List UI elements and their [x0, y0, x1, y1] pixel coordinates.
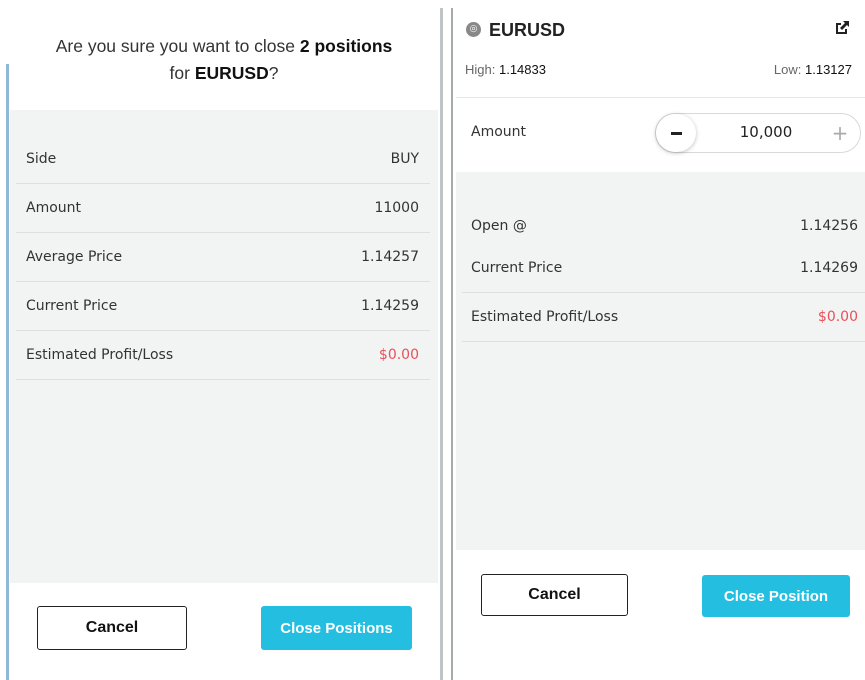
detail-value: 1.14257 — [361, 249, 419, 265]
amount-row: Amount 10,000 + — [456, 98, 865, 172]
detail-label: Estimated Profit/Loss — [26, 347, 174, 363]
detail-value: 1.14259 — [361, 298, 419, 314]
detail-label: Side — [26, 151, 57, 167]
confirm-prefix: Are you sure you want to close — [55, 36, 296, 56]
low-price: Low: 1.13127 — [774, 62, 852, 77]
close-position-panel: ◎ EURUSD High: 1.14833 Low: 1.13127 Amou… — [456, 10, 865, 680]
detail-label: Average Price — [26, 249, 123, 265]
left-edge-accent — [6, 64, 9, 680]
detail-label: Current Price — [471, 260, 563, 276]
detail-row-estimated-pl: Estimated Profit/Loss $0.00 — [456, 293, 865, 342]
high-price: High: 1.14833 — [465, 62, 546, 77]
detail-row-current-price: Current Price 1.14259 — [10, 282, 438, 331]
globe-icon: ◎ — [466, 22, 481, 37]
amount-input[interactable]: 10,000 — [726, 123, 806, 141]
panel-separator — [451, 8, 453, 680]
close-positions-dialog: Are you sure you want to close 2 positio… — [10, 0, 438, 680]
estimated-pl-value: $0.00 — [817, 309, 858, 325]
detail-row-average-price: Average Price 1.14257 — [10, 233, 438, 282]
position-details: Open @ 1.14256 Current Price 1.14269 Est… — [456, 172, 865, 550]
popout-icon[interactable] — [833, 19, 851, 37]
cancel-button[interactable]: Cancel — [37, 606, 187, 650]
detail-row-amount: Amount 11000 — [10, 184, 438, 233]
close-positions-button[interactable]: Close Positions — [261, 606, 412, 650]
detail-row-side: Side BUY — [10, 135, 438, 184]
detail-label: Open @ — [471, 218, 527, 234]
position-summary: Side BUY Amount 11000 Average Price 1.14… — [10, 110, 438, 583]
confirm-position-count: 2 positions — [299, 36, 393, 56]
detail-label: Amount — [26, 200, 82, 216]
detail-row-current-price: Current Price 1.14269 — [456, 244, 865, 293]
increment-button[interactable]: + — [826, 114, 854, 152]
decrement-button[interactable] — [656, 114, 696, 152]
confirm-for: for — [169, 63, 190, 83]
cancel-button[interactable]: Cancel — [481, 574, 628, 616]
confirm-question-line2: for EURUSD? — [10, 63, 438, 84]
low-label: Low: — [773, 62, 802, 77]
detail-label: Current Price — [26, 298, 118, 314]
estimated-pl-value: $0.00 — [378, 347, 419, 363]
amount-label: Amount — [471, 124, 527, 140]
instrument-symbol: EURUSD — [489, 20, 566, 40]
detail-value: BUY — [390, 151, 419, 167]
detail-value: 1.14256 — [800, 218, 858, 234]
detail-value: 11000 — [374, 200, 419, 216]
high-label: High: — [465, 62, 496, 77]
row-divider — [16, 379, 430, 380]
detail-row-estimated-pl: Estimated Profit/Loss $0.00 — [10, 331, 438, 380]
instrument-header: ◎ EURUSD High: 1.14833 Low: 1.13127 — [456, 10, 865, 97]
detail-value: 1.14269 — [800, 260, 858, 276]
panel-separator — [440, 8, 443, 680]
confirm-suffix: ? — [268, 63, 279, 83]
confirm-question-line1: Are you sure you want to close 2 positio… — [10, 36, 438, 57]
amount-stepper: 10,000 + — [655, 113, 861, 153]
confirm-symbol: EURUSD — [194, 63, 269, 83]
low-value: 1.13127 — [805, 62, 852, 77]
detail-label: Estimated Profit/Loss — [471, 309, 619, 325]
dialog-footer: Cancel Close Positions — [10, 583, 438, 680]
close-position-button[interactable]: Close Position — [702, 575, 850, 617]
high-value: 1.14833 — [498, 62, 546, 77]
panel-footer: Cancel Close Position — [456, 550, 865, 680]
row-divider — [462, 341, 865, 342]
confirm-header: Are you sure you want to close 2 positio… — [10, 0, 438, 110]
